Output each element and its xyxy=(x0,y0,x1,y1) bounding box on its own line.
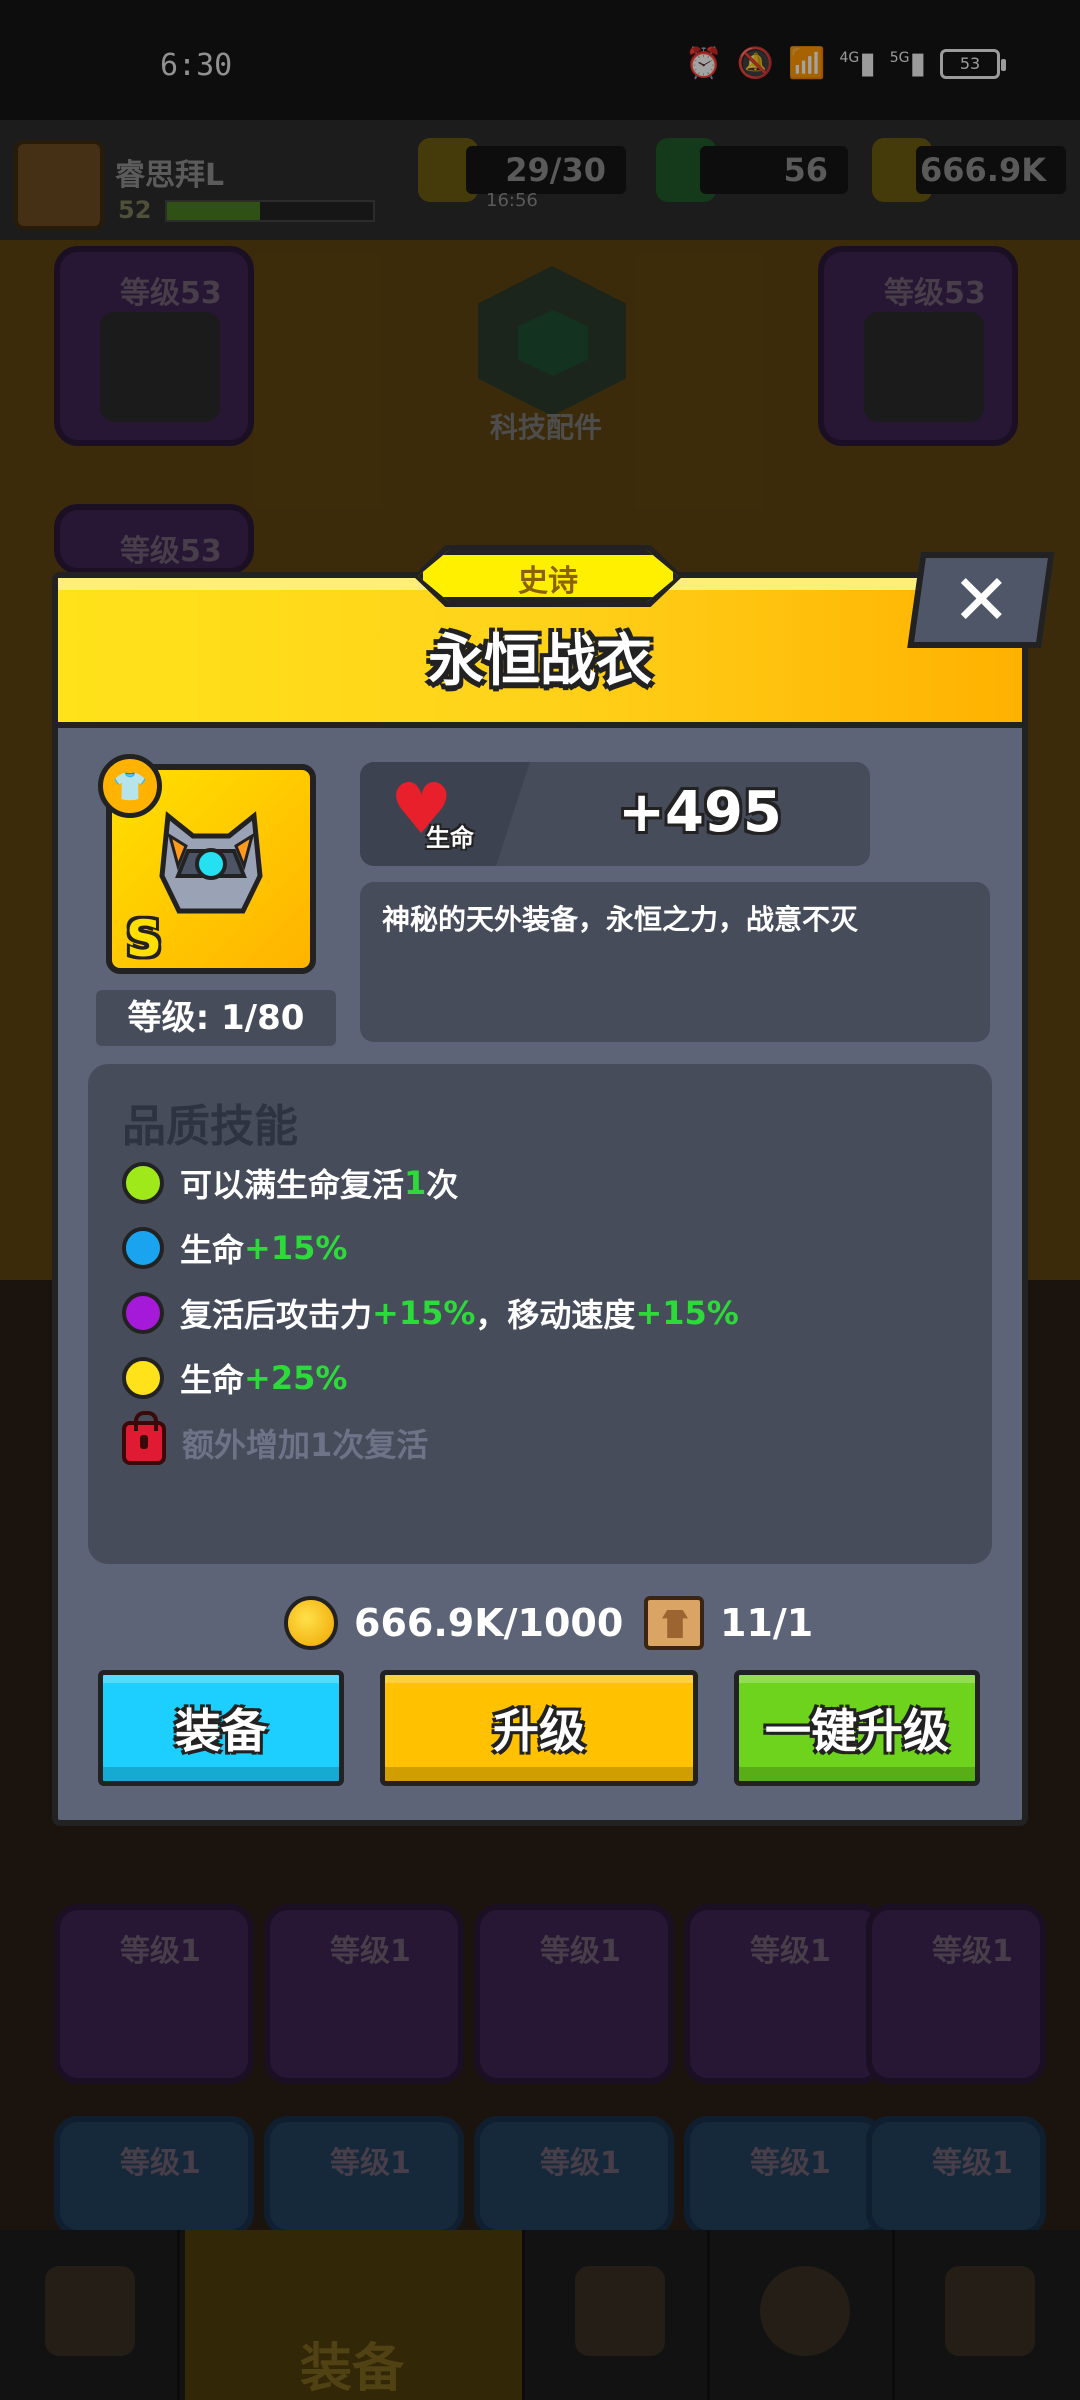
coin-icon xyxy=(284,1596,338,1650)
item-level: 等级: 1/80 xyxy=(96,990,336,1046)
item-description: 神秘的天外装备，永恒之力，战意不灭 xyxy=(360,882,990,1042)
skill-value: +25% xyxy=(244,1359,348,1397)
skill-text-2: ，移动速度 xyxy=(475,1296,636,1334)
skill-row: 生命 +25% xyxy=(122,1353,347,1403)
skill-row: 复活后攻击力 +15% ，移动速度 +15% xyxy=(122,1288,739,1338)
skill-row-locked: 额外增加1次复活 xyxy=(122,1411,429,1468)
upgrade-button[interactable]: 升级 xyxy=(380,1670,698,1786)
skill-value-2: +15% xyxy=(635,1294,739,1332)
upgrade-all-button[interactable]: 一键升级 xyxy=(734,1670,980,1786)
robot-armor-icon xyxy=(159,811,263,914)
skill-suffix: 次 xyxy=(426,1166,459,1204)
skill-value: +15% xyxy=(372,1294,476,1332)
quality-dot-icon xyxy=(122,1227,164,1269)
shirt-icon: 👕 xyxy=(112,769,148,803)
item-detail-modal: 永恒战衣 史诗 ✕ S 👕 等级: 1/80 ♥ 生命 +495 神秘的天外装备… xyxy=(52,545,1055,1826)
stat-value: +495 xyxy=(618,780,782,845)
close-icon: ✕ xyxy=(951,559,1011,641)
lock-icon xyxy=(122,1411,166,1465)
skill-text: 生命 xyxy=(180,1231,245,1269)
rarity-label: 史诗 xyxy=(518,564,578,599)
quality-dot-icon xyxy=(122,1162,164,1204)
item-title: 永恒战衣 xyxy=(428,629,652,694)
skill-text: 可以满生命复活 xyxy=(180,1166,405,1204)
stat-name: 生命 xyxy=(426,824,474,852)
cost-scrolls: 11/1 xyxy=(644,1596,813,1650)
cost-scrolls-value: 11/1 xyxy=(720,1601,814,1645)
quality-dot-icon xyxy=(122,1357,164,1399)
skill-value: 1 xyxy=(404,1164,427,1202)
skill-value: +15% xyxy=(244,1229,348,1267)
cost-coins-value: 666.9K/1000 xyxy=(354,1601,624,1645)
close-button[interactable]: ✕ xyxy=(907,552,1055,648)
armor-slot-badge: 👕 xyxy=(98,754,162,818)
skill-text: 生命 xyxy=(180,1361,245,1399)
quality-skills-panel: 品质技能 可以满生命复活 1 次 生命 +15% 复活后攻击力 +15% ，移动速度 +15… xyxy=(88,1064,992,1564)
armor-scroll-icon xyxy=(644,1596,704,1650)
cost-coins: 666.9K/1000 xyxy=(284,1596,623,1650)
skill-row: 生命 +15% xyxy=(122,1223,347,1273)
skill-text: 复活后攻击力 xyxy=(180,1296,373,1334)
quality-dot-icon xyxy=(122,1292,164,1334)
skill-row: 可以满生命复活 1 次 xyxy=(122,1158,458,1208)
item-grade: S xyxy=(126,910,163,968)
skills-title: 品质技能 xyxy=(122,1101,298,1152)
stat-box: ♥ 生命 +495 xyxy=(360,762,870,866)
skill-text: 额外增加1次复活 xyxy=(182,1426,429,1464)
equip-button[interactable]: 装备 xyxy=(98,1670,344,1786)
